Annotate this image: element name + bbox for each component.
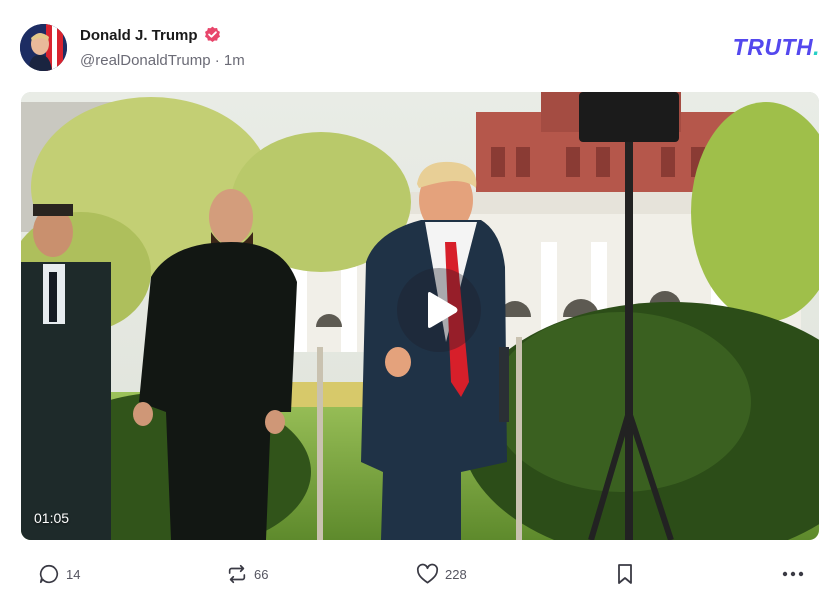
bookmark-button[interactable] [615,558,635,590]
heart-icon [416,563,439,584]
post-actions: 14 66 228 [21,558,819,590]
meta-separator: · [214,52,220,69]
play-icon [428,292,458,328]
verified-icon [204,26,220,42]
truth-logo-dot: . [813,34,820,60]
avatar-image [20,24,67,71]
author-name[interactable]: Donald J. Trump [80,26,221,44]
post-header: Donald J. Trump @realDonaldTrump · 1m TR… [20,24,820,74]
author-handle[interactable]: @realDonaldTrump [80,52,211,69]
retruth-icon [228,564,246,584]
avatar[interactable] [20,24,67,71]
author-name-text: Donald J. Trump [80,27,198,44]
post-time[interactable]: 1m [224,52,245,69]
video-player[interactable]: 01:05 [21,92,819,540]
like-count: 228 [445,566,467,582]
truth-logo[interactable]: TRUTH. [733,34,820,61]
retruth-button[interactable]: 66 [226,558,268,590]
truth-logo-word: TRUTH [732,34,814,60]
video-duration: 01:05 [34,510,70,526]
retruth-count: 66 [254,566,269,582]
reply-count: 14 [66,566,81,582]
reply-icon [39,564,58,584]
post-meta: @realDonaldTrump · 1m [80,52,245,69]
like-button[interactable]: 228 [416,558,467,590]
bookmark-icon [618,564,632,584]
play-button[interactable] [397,268,481,352]
reply-button[interactable]: 14 [38,558,80,590]
more-options-button[interactable] [781,558,805,590]
more-icon [782,571,804,577]
